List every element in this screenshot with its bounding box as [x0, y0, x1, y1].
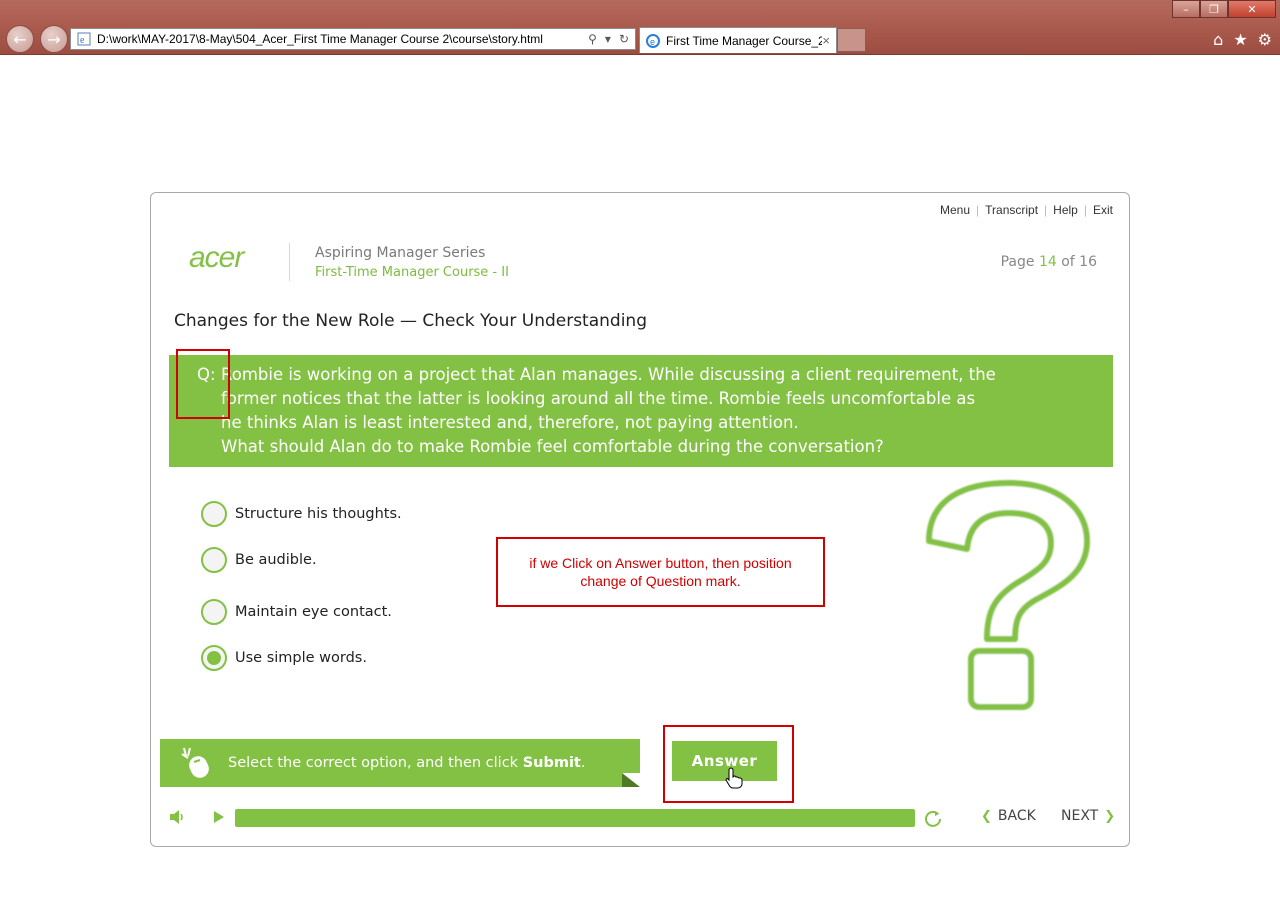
- total-pages: 16: [1079, 254, 1097, 270]
- option-be-audible[interactable]: Be audible.: [201, 547, 317, 573]
- progress-bar[interactable]: [235, 809, 915, 827]
- address-bar[interactable]: e D:\work\MAY-2017\8-May\504_Acer_First …: [70, 28, 636, 50]
- playback-controls: ❮ BACK NEXT ❯: [169, 805, 1115, 831]
- radio-button[interactable]: [201, 547, 227, 573]
- search-icon[interactable]: ⚲: [588, 32, 597, 46]
- course-title: First-Time Manager Course - II: [315, 265, 509, 280]
- back-arrow-icon[interactable]: ←: [6, 25, 34, 53]
- dropdown-icon[interactable]: ▾: [605, 32, 611, 46]
- instruction-text: Select the correct option, and then clic…: [228, 755, 586, 771]
- series-title: Aspiring Manager Series: [315, 245, 486, 261]
- question-prefix-highlight: [176, 349, 230, 419]
- section-title: Changes for the New Role — Check Your Un…: [174, 311, 647, 331]
- mouse-click-icon: [181, 747, 209, 778]
- logo-divider: [289, 243, 290, 281]
- volume-icon[interactable]: [169, 809, 187, 825]
- chevron-right-icon: ❯: [1104, 808, 1116, 824]
- close-window-button[interactable]: ✕: [1228, 0, 1276, 18]
- annotation-note: if we Click on Answer button, then posit…: [496, 537, 825, 607]
- browser-tab[interactable]: e First Time Manager Course_2 ×: [639, 27, 837, 53]
- exit-link[interactable]: Exit: [1093, 203, 1113, 217]
- tab-close-icon[interactable]: ×: [822, 33, 830, 48]
- radio-button[interactable]: [201, 501, 227, 527]
- svg-text:e: e: [80, 35, 85, 46]
- transcript-link[interactable]: Transcript: [985, 203, 1038, 217]
- new-tab-button[interactable]: [837, 28, 866, 52]
- radio-button[interactable]: [201, 599, 227, 625]
- favorites-star-icon[interactable]: ★: [1233, 30, 1247, 49]
- hand-cursor-icon: [725, 767, 743, 789]
- next-button[interactable]: NEXT ❯: [1061, 808, 1115, 824]
- minimize-button[interactable]: –: [1172, 0, 1200, 18]
- forward-arrow-icon[interactable]: →: [40, 25, 68, 53]
- tab-title: First Time Manager Course_2: [666, 33, 823, 48]
- ie-tab-icon: e: [646, 33, 660, 48]
- option-simple-words[interactable]: Use simple words.: [201, 645, 367, 671]
- refresh-icon[interactable]: ↻: [619, 32, 629, 46]
- settings-gear-icon[interactable]: ⚙: [1258, 30, 1272, 49]
- radio-button-selected[interactable]: [201, 645, 227, 671]
- acer-logo: acer: [189, 241, 244, 274]
- option-structure-thoughts[interactable]: Structure his thoughts.: [201, 501, 402, 527]
- replay-icon[interactable]: [924, 809, 942, 827]
- browser-chrome: ← → e D:\work\MAY-2017\8-May\504_Acer_Fi…: [0, 0, 1280, 55]
- current-page: 14: [1038, 254, 1057, 270]
- browser-toolbar: ⌂ ★ ⚙: [1213, 30, 1272, 49]
- menu-link[interactable]: Menu: [940, 203, 970, 217]
- question-text: Rombie is working on a project that Alan…: [221, 365, 996, 456]
- instruction-bar: Select the correct option, and then clic…: [160, 739, 640, 787]
- play-icon[interactable]: [213, 810, 225, 824]
- window-controls: – ❐ ✕: [1172, 0, 1276, 18]
- chevron-left-icon: ❮: [981, 808, 992, 824]
- question-mark-icon: [926, 480, 1090, 710]
- question-box: Q: Rombie is working on a project that A…: [169, 355, 1113, 467]
- back-button[interactable]: ❮ BACK: [981, 808, 1036, 824]
- svg-text:e: e: [650, 37, 655, 47]
- help-link[interactable]: Help: [1053, 203, 1078, 217]
- course-player: Menu | Transcript | Help | Exit acer Asp…: [150, 192, 1130, 847]
- home-icon[interactable]: ⌂: [1213, 30, 1223, 49]
- restore-button[interactable]: ❐: [1200, 0, 1228, 18]
- page-counter: Page 14 of 16: [1000, 254, 1097, 270]
- top-links: Menu | Transcript | Help | Exit: [939, 203, 1113, 217]
- address-url[interactable]: D:\work\MAY-2017\8-May\504_Acer_First Ti…: [97, 32, 588, 46]
- ie-page-icon: e: [77, 32, 91, 46]
- option-eye-contact[interactable]: Maintain eye contact.: [201, 599, 392, 625]
